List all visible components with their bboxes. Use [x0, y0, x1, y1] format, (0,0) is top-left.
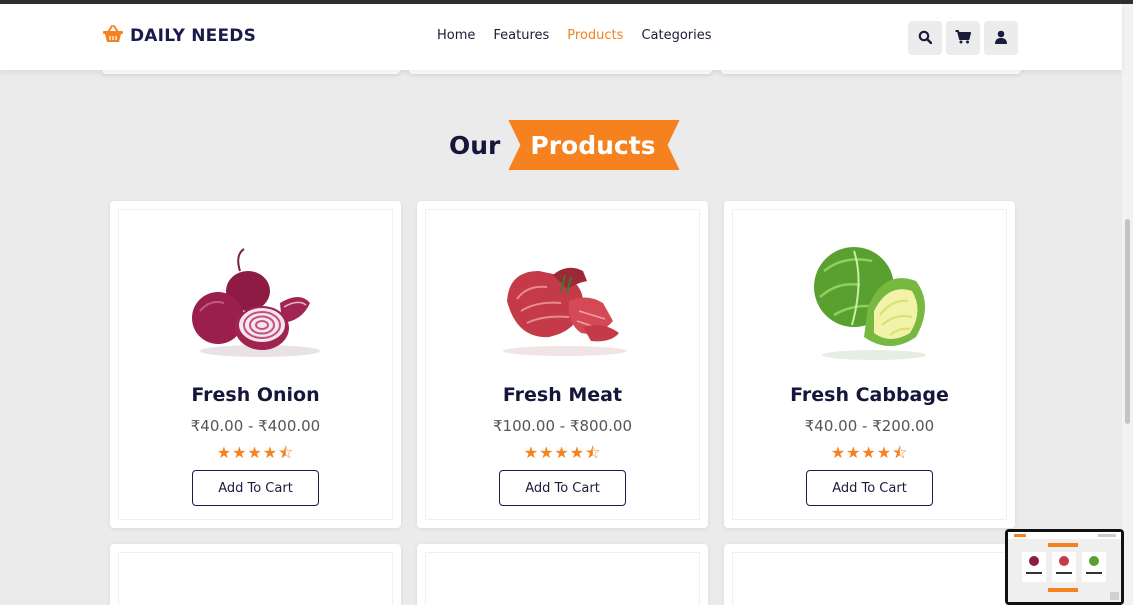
cabbage-image[interactable]: [794, 241, 944, 361]
main-nav: Home Features Products Categories: [437, 28, 712, 43]
rating-stars: ★★★★⯪: [523, 443, 602, 462]
add-to-cart-button[interactable]: Add To Cart: [499, 470, 626, 506]
add-to-cart-button[interactable]: Add To Cart: [192, 470, 319, 506]
section-heading: Our Products: [449, 120, 680, 170]
site-header: DAILY NEEDS Home Features Products Categ…: [0, 4, 1122, 70]
add-to-cart-button[interactable]: Add To Cart: [806, 470, 933, 506]
brand-name: DAILY NEEDS: [130, 26, 257, 46]
product-card: Fresh Meat ₹100.00 - ₹800.00 ★★★★⯪ Add T…: [417, 201, 708, 528]
product-name[interactable]: Fresh Cabbage: [724, 384, 1015, 406]
rating-stars: ★★★★⯪: [830, 443, 909, 462]
header-actions: [908, 21, 1018, 55]
heading-highlight: Products: [530, 130, 656, 160]
cart-button[interactable]: [946, 21, 980, 55]
cart-icon: [955, 29, 971, 48]
screen-preview-thumbnail[interactable]: [1005, 529, 1124, 605]
product-card: [110, 544, 401, 605]
heading-text: Our: [449, 130, 501, 160]
product-card: [417, 544, 708, 605]
nav-categories[interactable]: Categories: [641, 28, 711, 43]
vertical-scrollbar[interactable]: [1122, 4, 1133, 605]
product-price: ₹40.00 - ₹200.00: [804, 417, 935, 435]
account-button[interactable]: [984, 21, 1018, 55]
product-card: [724, 544, 1015, 605]
meat-image[interactable]: [487, 241, 637, 361]
product-name[interactable]: Fresh Meat: [417, 384, 708, 406]
product-price: ₹40.00 - ₹400.00: [190, 417, 321, 435]
nav-features[interactable]: Features: [493, 28, 549, 43]
product-price: ₹100.00 - ₹800.00: [492, 417, 632, 435]
onion-image[interactable]: [180, 241, 330, 361]
brand-logo[interactable]: DAILY NEEDS: [102, 24, 256, 48]
product-name[interactable]: Fresh Onion: [110, 384, 401, 406]
rating-stars: ★★★★⯪: [216, 443, 295, 462]
scrollbar-thumb[interactable]: [1125, 219, 1130, 424]
nav-products[interactable]: Products: [567, 28, 623, 43]
product-card: Fresh Cabbage ₹40.00 - ₹200.00 ★★★★⯪ Add…: [724, 201, 1015, 528]
search-icon: [918, 29, 933, 48]
user-icon: [994, 29, 1008, 48]
basket-icon: [102, 24, 124, 48]
search-button[interactable]: [908, 21, 942, 55]
product-card: Fresh Onion ₹40.00 - ₹400.00 ★★★★⯪ Add T…: [110, 201, 401, 528]
nav-home[interactable]: Home: [437, 28, 475, 43]
heading-ribbon: Products: [508, 120, 680, 170]
preview-screen: [1008, 532, 1121, 602]
